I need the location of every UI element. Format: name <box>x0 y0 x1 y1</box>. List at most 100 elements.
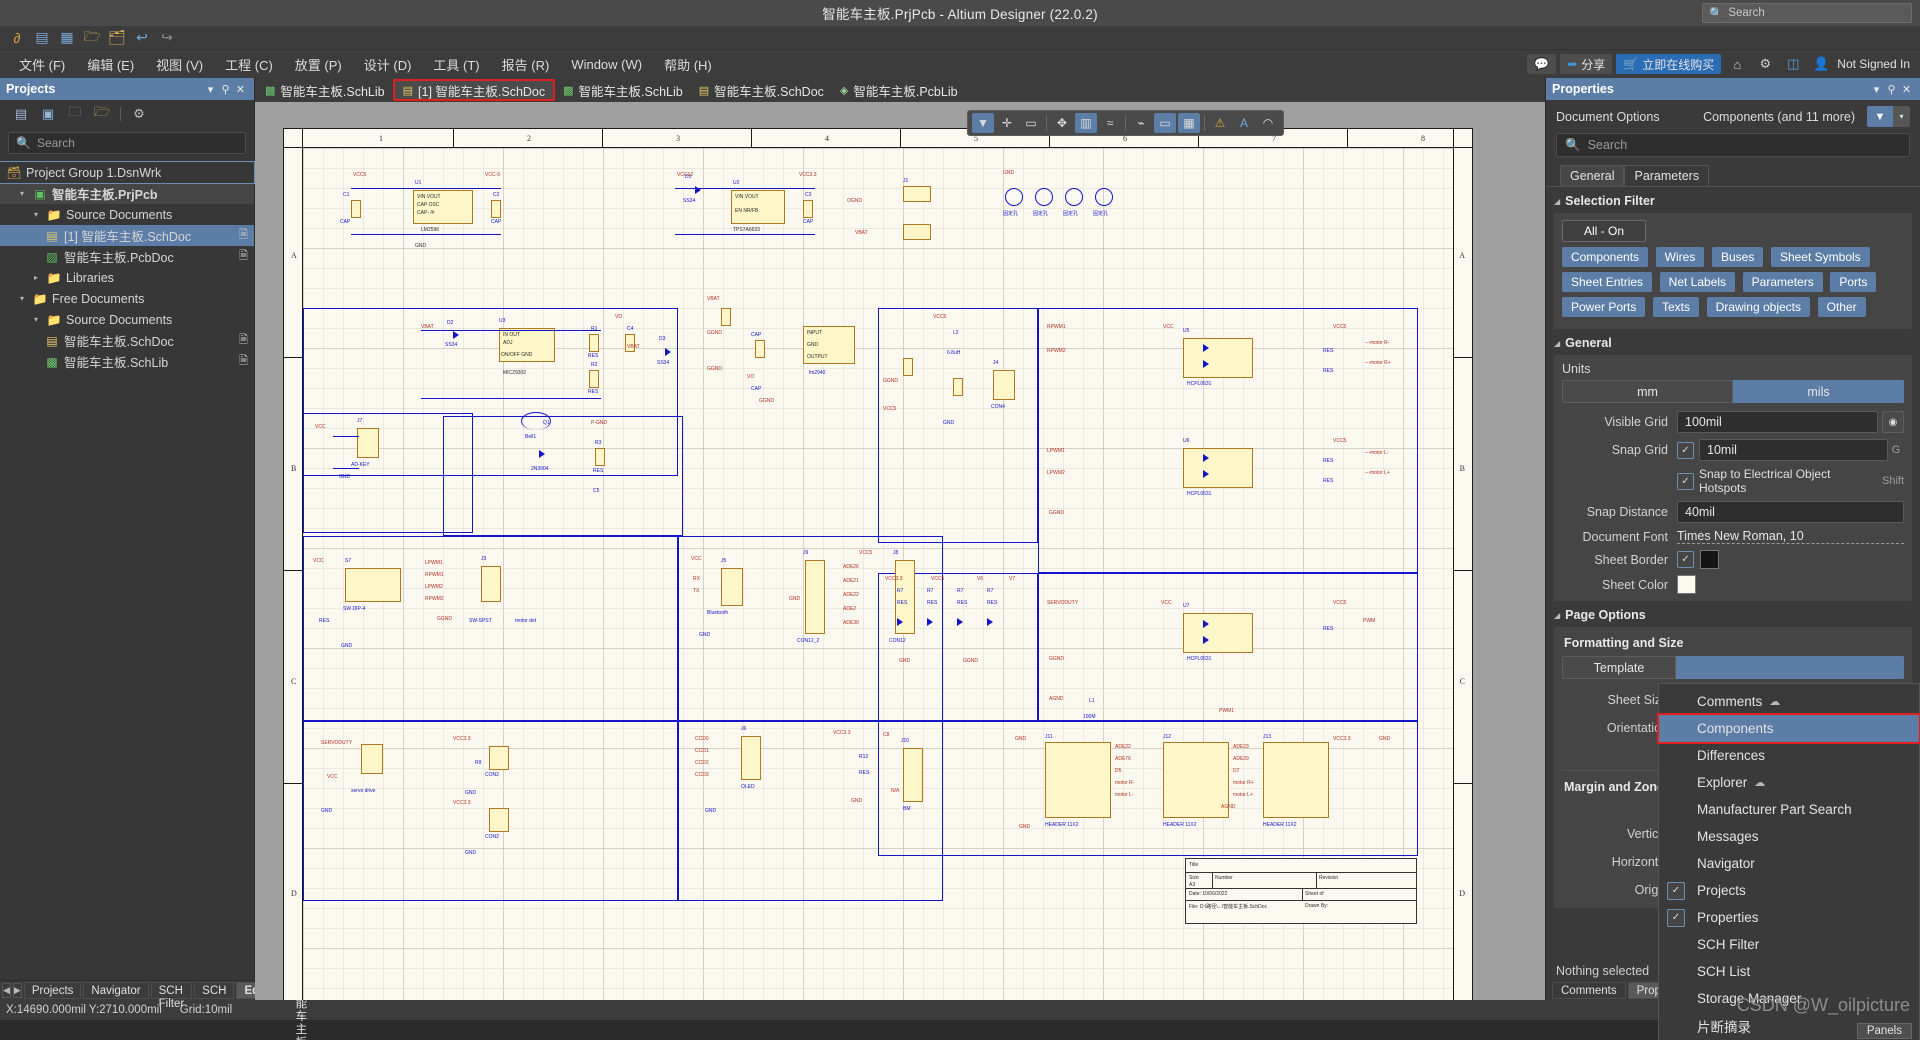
move-icon[interactable]: ✥ <box>1051 113 1073 133</box>
units-mils-option[interactable]: mils <box>1733 380 1904 403</box>
component-header11x2-b[interactable] <box>1163 742 1229 818</box>
tab-parameters[interactable]: Parameters <box>1624 165 1710 186</box>
pin-icon[interactable]: ⚲ <box>1884 83 1899 96</box>
component-adkey[interactable] <box>357 428 379 458</box>
properties-search-input[interactable]: 🔍 Search <box>1556 133 1910 157</box>
net-label-icon[interactable]: ▭ <box>1154 113 1176 133</box>
menu-project[interactable]: 工程 (C) <box>214 52 284 77</box>
projects-search-input[interactable]: 🔍 Search <box>8 132 246 154</box>
save-project-icon[interactable]: ▤ <box>12 105 30 123</box>
component-con2-2[interactable] <box>489 808 509 832</box>
altium-logo-icon[interactable]: ∂ <box>6 28 28 48</box>
global-search-input[interactable]: 🔍 Search <box>1702 3 1912 23</box>
units-mm-option[interactable]: mm <box>1562 380 1733 403</box>
general-section-header[interactable]: ◢ General <box>1546 329 1920 355</box>
panels-menu-sch-filter[interactable]: SCH Filter <box>1659 931 1919 958</box>
standard-option[interactable] <box>1676 656 1790 679</box>
component-c7[interactable] <box>755 340 765 358</box>
save-icon[interactable]: ▤ <box>31 28 53 48</box>
mounting-hole-h3[interactable] <box>1065 188 1083 206</box>
menu-window[interactable]: Window (W) <box>560 54 653 75</box>
menu-file[interactable]: 文件 (F) <box>8 52 76 77</box>
component-c8[interactable] <box>903 358 913 376</box>
redo-icon[interactable]: ↪ <box>156 28 178 48</box>
component-j1[interactable] <box>903 186 931 202</box>
scroll-right-icon[interactable]: ▶ <box>12 983 22 998</box>
units-segmented-control[interactable]: mm mils <box>1562 380 1904 403</box>
menu-tools[interactable]: 工具 (T) <box>422 52 490 77</box>
dropdown-icon[interactable]: ▾ <box>1869 83 1884 96</box>
tab-sch-filter[interactable]: SCH Filter <box>150 982 193 1010</box>
component-j2[interactable] <box>903 224 931 240</box>
menu-place[interactable]: 放置 (P) <box>284 52 353 77</box>
open-folder-icon[interactable]: 🗁 <box>81 28 103 48</box>
save-all-icon[interactable]: ▦ <box>56 28 78 48</box>
component-c6[interactable] <box>721 308 731 326</box>
gear-icon[interactable]: ⚙ <box>1753 54 1777 74</box>
menu-help[interactable]: 帮助 (H) <box>653 52 723 77</box>
menu-design[interactable]: 设计 (D) <box>353 52 423 77</box>
tree-item-pcbdoc[interactable]: ▨ 智能车主板.PcbDoc 🗎 <box>0 246 254 267</box>
doctab-schlib-1[interactable]: ▩ 智能车主板.SchLib <box>257 79 393 101</box>
component-r2[interactable] <box>589 370 599 388</box>
diode-ss34-3[interactable] <box>665 348 671 356</box>
schematic-sheet[interactable]: 1 2 3 4 5 6 7 8 1 2 3 4 5 6 7 8 <box>283 128 1473 1000</box>
document-font-value[interactable]: Times New Roman, 10 <box>1677 529 1904 544</box>
chip-other[interactable]: Other <box>1817 297 1866 317</box>
close-icon[interactable]: ✕ <box>233 83 248 96</box>
comments-button[interactable]: 💬 <box>1527 54 1557 74</box>
diode-ss34-2[interactable] <box>453 331 459 339</box>
component-header11x2-a[interactable] <box>1045 742 1111 818</box>
open-project-icon[interactable]: 🗂 <box>106 28 128 48</box>
visible-grid-input[interactable]: 100mil <box>1677 411 1878 433</box>
component-hcpl0631-3[interactable] <box>1183 613 1253 653</box>
chip-all-on[interactable]: All - On <box>1562 220 1646 242</box>
checkbox-checked-icon[interactable]: ✓ <box>1667 881 1685 900</box>
settings-gear-icon[interactable]: ⚙ <box>130 105 148 123</box>
menu-view[interactable]: 视图 (V) <box>145 52 214 77</box>
chevron-down-icon[interactable]: ▾ <box>1893 106 1910 127</box>
panels-menu-projects[interactable]: ✓ Projects <box>1659 877 1919 904</box>
wire-icon[interactable]: ⌁ <box>1130 113 1152 133</box>
sheet-border-color-swatch[interactable] <box>1700 550 1719 569</box>
crosshair-icon[interactable]: ✛ <box>996 113 1018 133</box>
tab-general[interactable]: General <box>1560 165 1625 186</box>
filter-icon[interactable]: ▼ <box>972 113 994 133</box>
tab-comments[interactable]: Comments <box>1552 981 1626 999</box>
doctab-schlib-2[interactable]: ▩ 智能车主板.SchLib <box>555 79 691 101</box>
distribute-icon[interactable]: ≈ <box>1099 113 1121 133</box>
menu-reports[interactable]: 报告 (R) <box>491 52 561 77</box>
chip-components[interactable]: Components <box>1562 247 1649 267</box>
schematic-drawing-area[interactable]: U1 VIN VOUT CAP OSC CAP- /# LM2596 VCC5 … <box>302 147 1454 1000</box>
undo-icon[interactable]: ↩ <box>131 28 153 48</box>
tab-navigator[interactable]: Navigator <box>83 982 149 999</box>
annotate-icon[interactable]: ⚠ <box>1209 113 1231 133</box>
snap-grid-input[interactable]: 10mil <box>1699 439 1888 461</box>
bus-icon[interactable]: ▦ <box>1178 113 1200 133</box>
panels-menu-navigator[interactable]: Navigator <box>1659 850 1919 877</box>
component-c1[interactable] <box>351 200 361 218</box>
chip-drawing-objects[interactable]: Drawing objects <box>1706 297 1810 317</box>
chip-net-labels[interactable]: Net Labels <box>1659 272 1736 292</box>
panels-button[interactable]: Panels <box>1856 1023 1912 1039</box>
component-c3[interactable] <box>803 200 813 218</box>
component-header11x2-c[interactable] <box>1263 742 1329 818</box>
component-oled[interactable] <box>741 736 761 780</box>
chip-ports[interactable]: Ports <box>1830 272 1877 292</box>
doctab-schdoc-active[interactable]: ▤ [1] 智能车主板.SchDoc <box>392 79 556 101</box>
component-servo-conn[interactable] <box>361 744 383 774</box>
snap-hotspots-checkbox[interactable]: ✓ <box>1677 472 1694 490</box>
panels-menu-differences[interactable]: Differences <box>1659 742 1919 769</box>
component-con12-2[interactable] <box>805 560 825 634</box>
component-r3[interactable] <box>595 448 605 466</box>
component-con2-1[interactable] <box>489 746 509 770</box>
twisty-icon[interactable]: ▾ <box>16 189 28 198</box>
compile-icon[interactable]: ▣ <box>39 105 57 123</box>
panels-menu-components[interactable]: Components <box>1657 713 1920 744</box>
mounting-hole-h1[interactable] <box>1005 188 1023 206</box>
component-j3[interactable] <box>481 566 501 602</box>
scroll-left-icon[interactable]: ◀ <box>2 983 11 998</box>
mounting-hole-h2[interactable] <box>1035 188 1053 206</box>
filter-icon[interactable]: ▼ <box>1867 106 1893 127</box>
snap-distance-input[interactable]: 40mil <box>1677 501 1904 523</box>
